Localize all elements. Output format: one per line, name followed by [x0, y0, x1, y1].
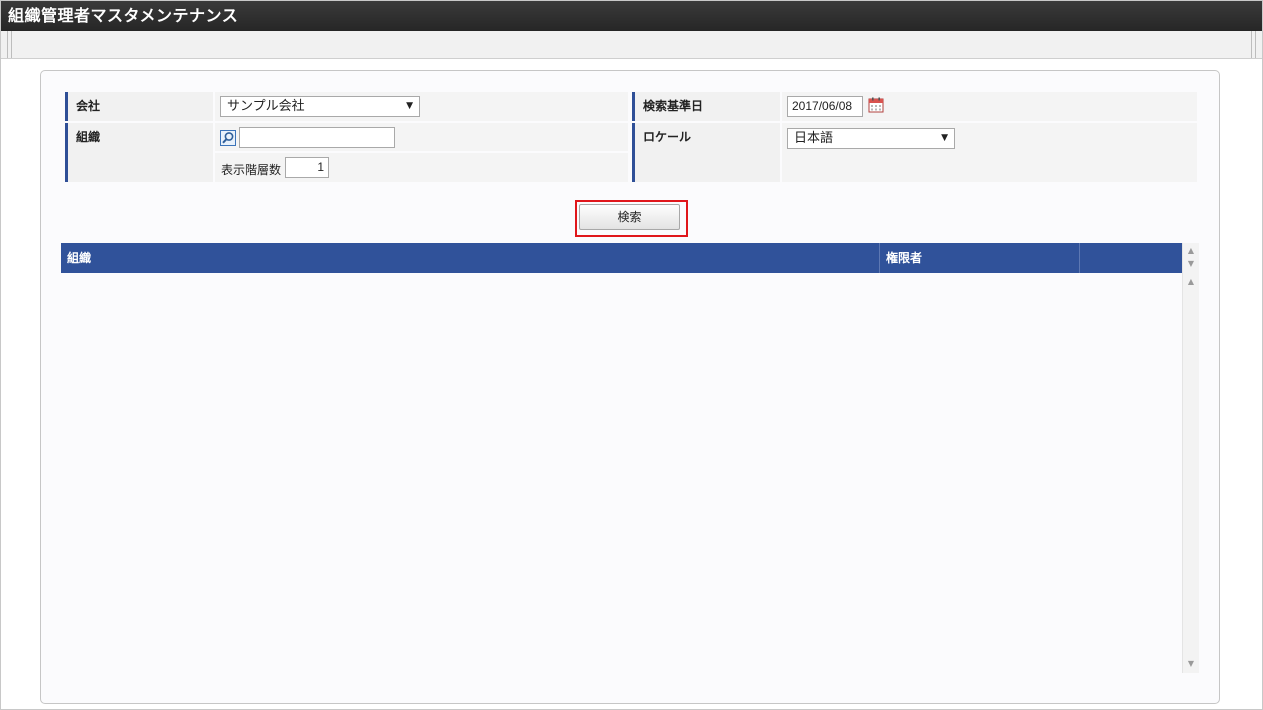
- chevron-down-icon: ▼: [406, 101, 413, 111]
- organization-label-cell: 組織: [65, 123, 213, 182]
- organization-input[interactable]: [239, 127, 395, 148]
- chevron-down-icon: ▼: [941, 133, 948, 143]
- organization-label: 組織: [76, 130, 101, 144]
- locale-label-cell: ロケール: [632, 123, 780, 182]
- scroll-up-icon[interactable]: ▲: [1183, 246, 1199, 255]
- locale-select[interactable]: 日本語 ▼: [787, 128, 955, 149]
- company-select[interactable]: サンプル会社 ▼: [220, 96, 420, 117]
- base-date-label: 検索基準日: [643, 99, 704, 113]
- grid-scrollbar[interactable]: ▲ ▼ ▲ ▼: [1182, 243, 1199, 673]
- scroll-down-icon[interactable]: ▼: [1183, 659, 1199, 668]
- search-button[interactable]: 検索: [579, 204, 680, 230]
- locale-selected: 日本語: [794, 131, 834, 146]
- calendar-icon[interactable]: [868, 97, 884, 113]
- scroll-up-icon[interactable]: ▲: [1183, 277, 1199, 286]
- toolbar-left-edge: [7, 31, 12, 58]
- toolbar: [1, 31, 1262, 59]
- depth-label: 表示階層数: [221, 163, 282, 177]
- scroll-down-icon[interactable]: ▼: [1183, 259, 1199, 268]
- toolbar-right-edge: [1251, 31, 1256, 58]
- results-grid-header: 組織 権限者: [61, 243, 1182, 273]
- company-label: 会社: [76, 99, 101, 113]
- company-selected: サンプル会社: [227, 99, 305, 114]
- window-title: 組織管理者マスタメンテナンス: [1, 1, 1262, 31]
- column-header-authorizer[interactable]: 権限者: [880, 243, 1080, 273]
- base-date-input[interactable]: 2017/06/08: [787, 96, 863, 117]
- column-header-organization[interactable]: 組織: [61, 243, 880, 273]
- base-date-label-cell: 検索基準日: [632, 92, 780, 121]
- column-header-empty: [1080, 243, 1182, 273]
- search-icon[interactable]: [220, 130, 236, 146]
- locale-label: ロケール: [643, 130, 692, 144]
- results-grid-body: [61, 273, 1182, 673]
- company-label-cell: 会社: [65, 92, 213, 121]
- depth-input[interactable]: 1: [285, 157, 329, 178]
